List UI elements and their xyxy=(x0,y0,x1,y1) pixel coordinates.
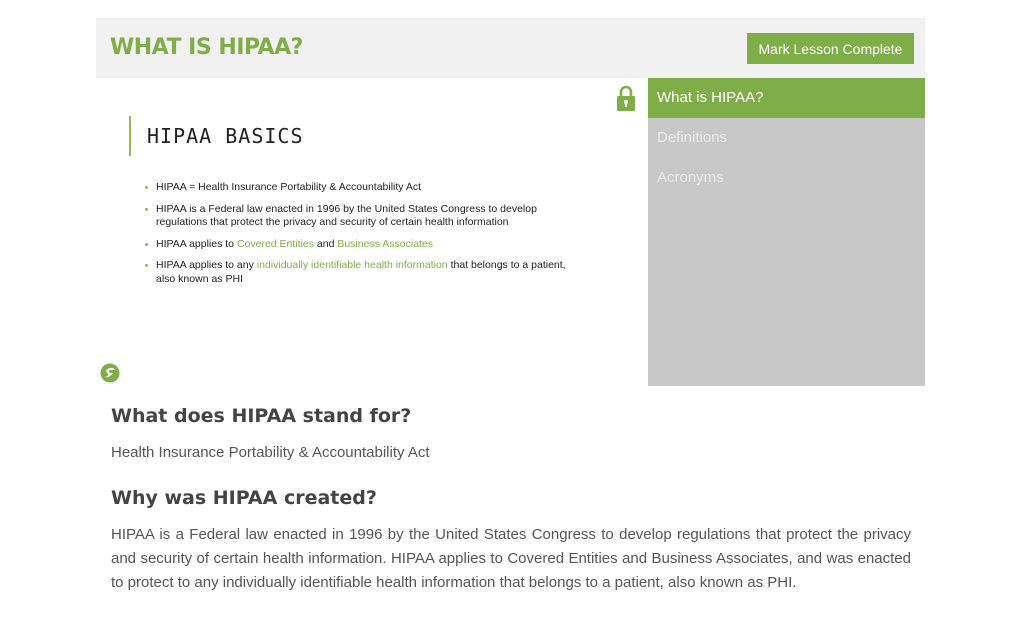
bullet-text: and xyxy=(313,237,338,250)
logo-icon xyxy=(100,363,120,383)
nav-item-definitions[interactable]: Definitions xyxy=(648,118,925,158)
slide-bullet: HIPAA = Health Insurance Portability & A… xyxy=(144,181,584,195)
question-heading: Why was HIPAA created? xyxy=(111,487,377,509)
slide-bullet: HIPAA is a Federal law enacted in 1996 b… xyxy=(144,203,584,230)
lesson-nav-panel: What is HIPAA? Definitions Acronyms xyxy=(648,78,925,386)
lesson-slide: HIPAA BASICS HIPAA = Health Insurance Po… xyxy=(96,78,648,386)
slide-bullet-list: HIPAA = Health Insurance Portability & A… xyxy=(144,181,584,294)
phi-term: individually identifiable health informa… xyxy=(256,259,448,271)
slide-heading: HIPAA BASICS xyxy=(129,116,304,156)
bullet-text: HIPAA applies to xyxy=(156,237,237,250)
slide-bullet: HIPAA applies to Covered Entities and Bu… xyxy=(144,238,584,252)
bullet-text: HIPAA applies to any xyxy=(156,259,257,271)
mark-lesson-complete-button[interactable]: Mark Lesson Complete xyxy=(747,33,914,64)
nav-item-what-is-hipaa[interactable]: What is HIPAA? xyxy=(648,78,925,118)
page-title: WHAT IS HIPAA? xyxy=(110,35,303,60)
nav-item-acronyms[interactable]: Acronyms xyxy=(648,158,925,198)
lesson-content: What does HIPAA stand for? Health Insura… xyxy=(111,405,911,617)
answer-text: HIPAA is a Federal law enacted in 1996 b… xyxy=(111,526,911,591)
bullet-text: HIPAA is a Federal law enacted in 1996 b… xyxy=(156,202,537,229)
covered-entities-term: Covered Entities xyxy=(236,237,314,250)
answer-text: Health Insurance Portability & Accountab… xyxy=(111,444,430,461)
business-associates-term: Business Associates xyxy=(337,237,434,250)
lock-icon[interactable] xyxy=(617,84,635,112)
question-heading: What does HIPAA stand for? xyxy=(111,405,412,427)
bullet-text: HIPAA = Health Insurance Portability & A… xyxy=(156,181,422,193)
lesson-header: WHAT IS HIPAA? Mark Lesson Complete xyxy=(96,18,925,78)
slide-bullet: HIPAA applies to any individually identi… xyxy=(144,259,584,286)
